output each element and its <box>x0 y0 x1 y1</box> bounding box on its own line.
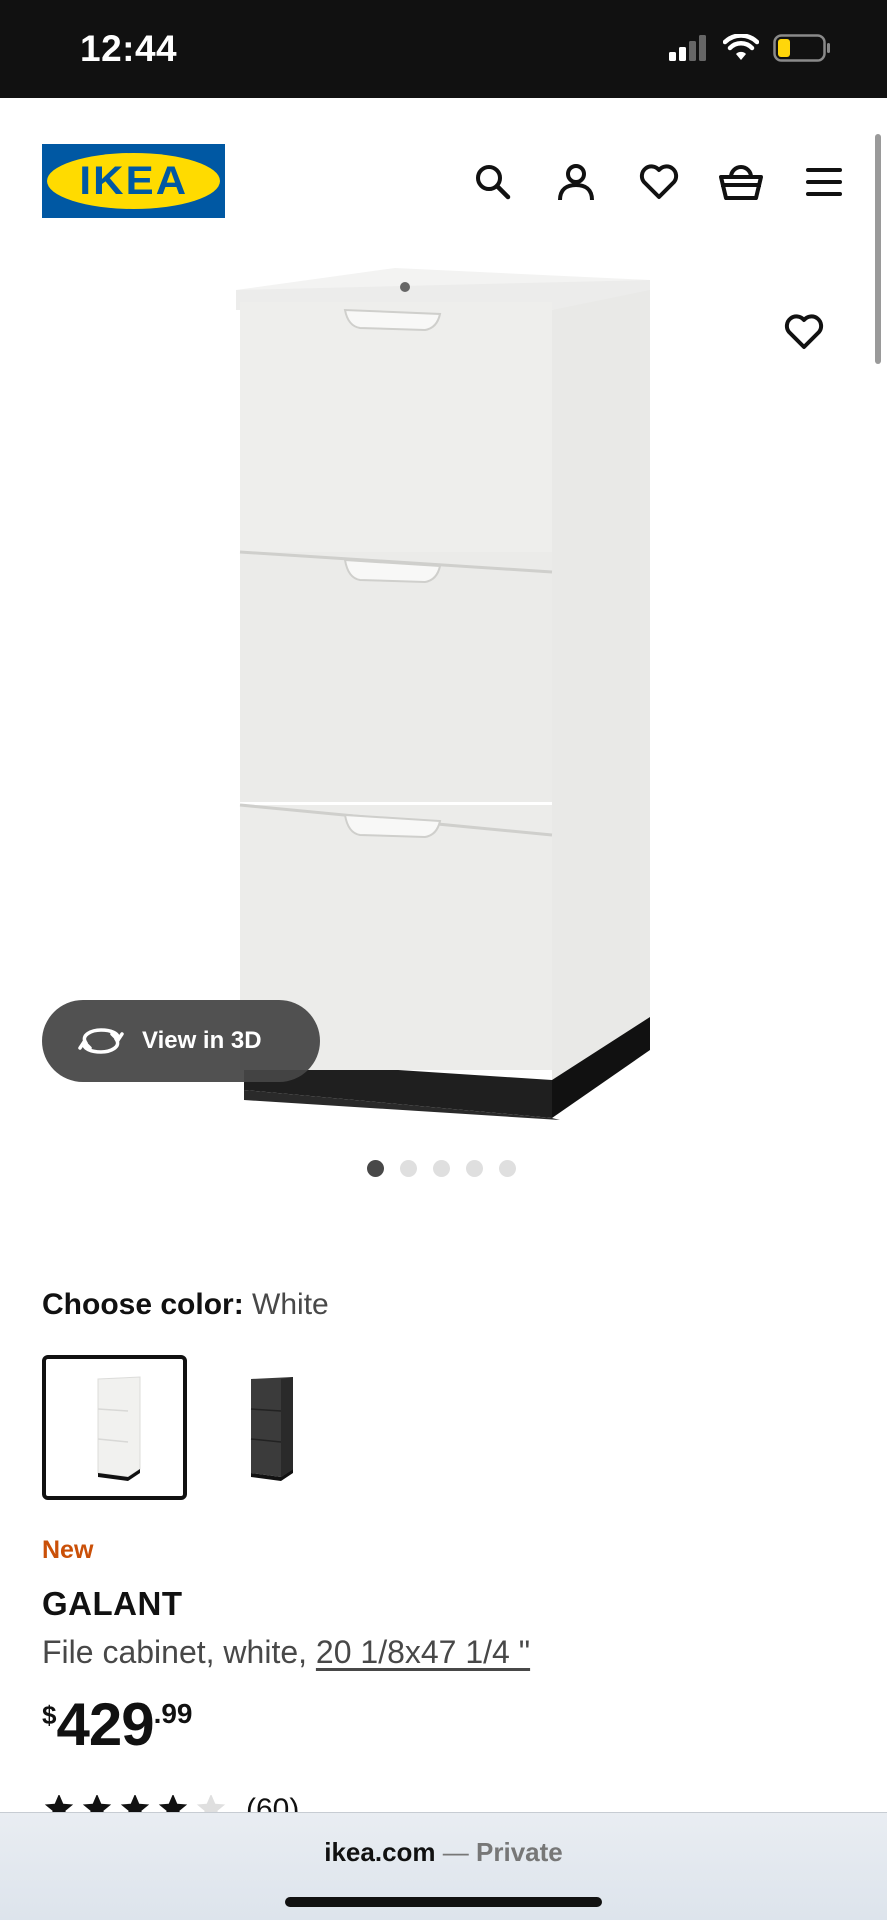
choose-color-value: White <box>252 1288 329 1321</box>
browser-address-bar[interactable]: ikea.com — Private <box>0 1812 887 1920</box>
url-separator: — <box>442 1837 469 1867</box>
view-in-3d-button[interactable]: View in 3D <box>42 1000 320 1082</box>
product-name: GALANT <box>42 1585 183 1622</box>
price-currency: $ <box>42 1700 57 1730</box>
product-type: File cabinet, white, <box>42 1634 308 1670</box>
basket-icon[interactable] <box>717 158 765 206</box>
gallery-pagination <box>367 1160 516 1177</box>
product-dimensions-link[interactable]: 20 1/8x47 1/4 " <box>316 1634 530 1670</box>
ikea-logo[interactable]: IKEA <box>42 144 225 218</box>
gallery-dot[interactable] <box>400 1160 417 1177</box>
status-bar: 12:44 <box>0 0 887 98</box>
price-decimal: .99 <box>153 1698 193 1729</box>
status-icons <box>669 33 831 67</box>
logo-oval: IKEA <box>47 153 220 209</box>
url-display[interactable]: ikea.com — Private <box>0 1837 887 1868</box>
price-integer: 429 <box>56 1691 154 1758</box>
home-indicator[interactable] <box>285 1897 602 1907</box>
product-description: File cabinet, white, 20 1/8x47 1/4 " <box>42 1634 530 1671</box>
cellular-signal-icon <box>669 34 709 66</box>
rotate-3d-icon <box>78 1025 124 1057</box>
logo-text: IKEA <box>79 158 188 203</box>
choose-color: Choose color: White <box>42 1288 329 1322</box>
add-to-wishlist-icon[interactable] <box>778 308 830 356</box>
url-domain: ikea.com <box>324 1837 436 1867</box>
product-price: $ 429 .99 <box>42 1690 193 1760</box>
color-swatch-white[interactable] <box>42 1355 187 1500</box>
view-in-3d-label: View in 3D <box>142 1027 262 1054</box>
gallery-dot[interactable] <box>466 1160 483 1177</box>
color-swatch-dark[interactable] <box>195 1355 340 1500</box>
new-badge: New <box>42 1536 94 1564</box>
choose-color-label: Choose color: <box>42 1288 244 1321</box>
battery-icon <box>773 33 831 67</box>
account-icon[interactable] <box>552 158 600 206</box>
gallery-dot[interactable] <box>367 1160 384 1177</box>
status-time: 12:44 <box>80 28 178 69</box>
wishlist-heart-icon[interactable] <box>635 158 683 206</box>
search-icon[interactable] <box>469 158 517 206</box>
site-header: IKEA <box>0 98 887 268</box>
private-mode-label: Private <box>476 1837 563 1867</box>
wifi-icon <box>722 33 760 66</box>
gallery-dot[interactable] <box>499 1160 516 1177</box>
menu-icon[interactable] <box>800 158 848 206</box>
gallery-dot[interactable] <box>433 1160 450 1177</box>
